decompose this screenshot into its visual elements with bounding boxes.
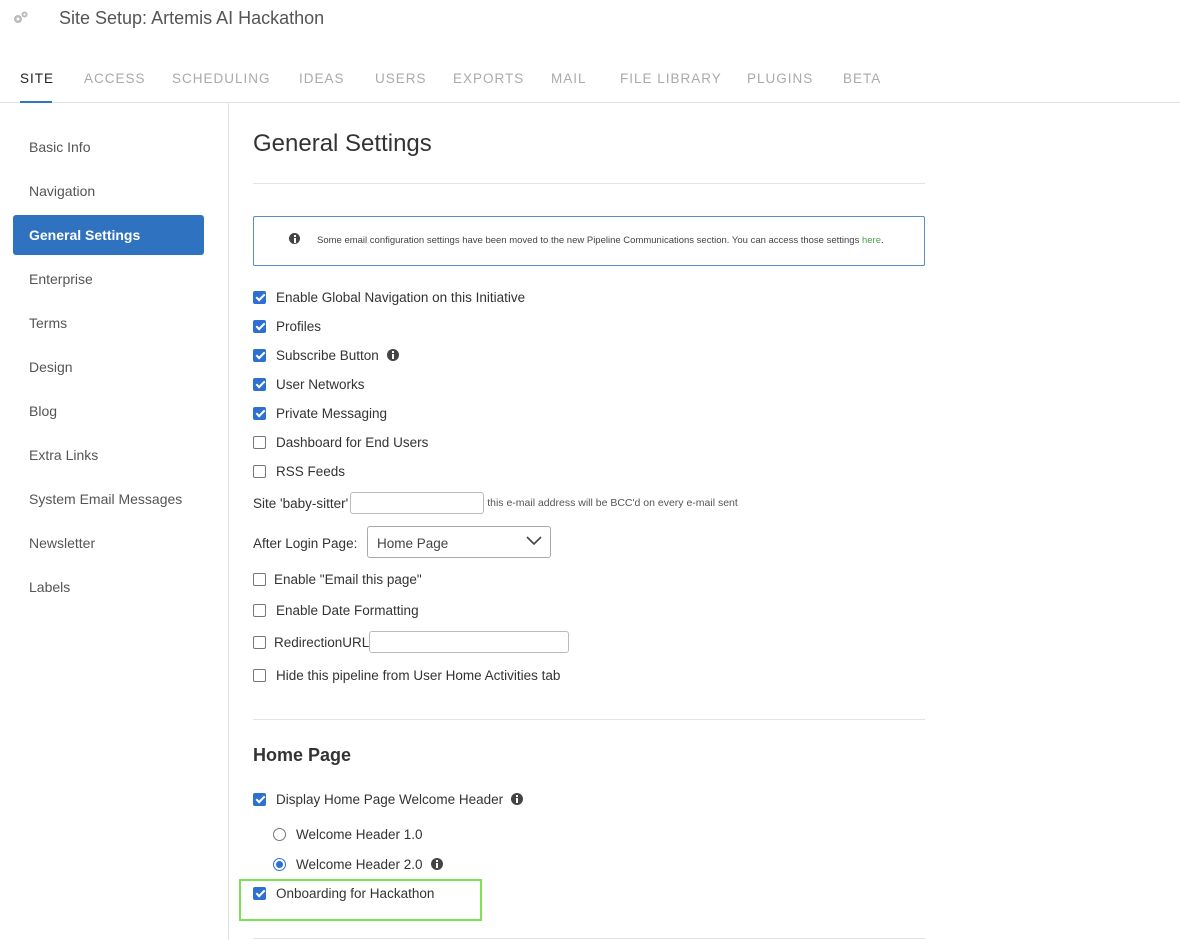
tab-beta[interactable]: BETA: [843, 71, 881, 86]
section-heading: General Settings: [253, 130, 432, 157]
tab-mail[interactable]: MAIL: [551, 71, 587, 86]
profiles-label: Profiles: [276, 318, 322, 334]
chevron-down-icon: [526, 536, 542, 546]
redirection-url-input[interactable]: [369, 631, 570, 653]
email-this-page-checkbox[interactable]: [253, 572, 266, 586]
option-rss-feeds: RSS Feeds: [253, 462, 345, 480]
babysitter-label: Site 'baby-sitter': [253, 495, 349, 511]
divider: [253, 183, 925, 184]
gear-icon: [14, 11, 28, 23]
home-page-heading: Home Page: [253, 745, 352, 765]
user-networks-checkbox[interactable]: [253, 377, 266, 391]
date-formatting-checkbox[interactable]: [253, 603, 266, 617]
sidebar: Basic Info Navigation General Settings E…: [0, 103, 229, 940]
global-navigation-checkbox[interactable]: [253, 290, 266, 304]
subscribe-button-checkbox[interactable]: [253, 348, 266, 362]
option-date-formatting: Enable Date Formatting: [253, 601, 419, 619]
sidebar-item-design[interactable]: Design: [13, 347, 204, 387]
redirection-url-checkbox[interactable]: [253, 635, 266, 649]
email-this-page-label: Enable "Email this page": [274, 571, 422, 587]
option-email-this-page: Enable "Email this page": [253, 570, 422, 588]
sidebar-item-labels[interactable]: Labels: [13, 567, 204, 607]
after-login-select[interactable]: Home Page: [367, 526, 551, 558]
global-navigation-label: Enable Global Navigation on this Initiat…: [276, 289, 526, 305]
tab-ideas[interactable]: IDEAS: [299, 71, 345, 86]
babysitter-hint: this e-mail address will be BCC'd on eve…: [487, 497, 738, 509]
dashboard-checkbox[interactable]: [253, 435, 266, 449]
subscribe-button-label: Subscribe Button: [276, 347, 379, 363]
option-welcome-header: Display Home Page Welcome Header: [253, 790, 524, 808]
private-messaging-label: Private Messaging: [276, 405, 388, 421]
option-hide-pipeline: Hide this pipeline from User Home Activi…: [253, 666, 560, 684]
page-title: Site Setup: Artemis AI Hackathon: [59, 8, 325, 28]
tab-access[interactable]: ACCESS: [84, 71, 146, 86]
profiles-checkbox[interactable]: [253, 319, 266, 333]
tab-scheduling[interactable]: SCHEDULING: [172, 71, 271, 86]
onboarding-label: Onboarding for Hackathon: [276, 885, 435, 901]
sidebar-item-blog[interactable]: Blog: [13, 391, 204, 431]
tab-users[interactable]: USERS: [375, 71, 427, 86]
main-content: General Settings Some email configuratio…: [253, 103, 925, 940]
info-notice: Some email configuration settings have b…: [253, 216, 925, 266]
option-subscribe-button: Subscribe Button: [253, 346, 399, 364]
welcome-header-1-radio[interactable]: [273, 827, 286, 841]
sidebar-item-terms[interactable]: Terms: [13, 303, 204, 343]
option-private-messaging: Private Messaging: [253, 404, 387, 422]
welcome-header-1-label: Welcome Header 1.0: [296, 826, 423, 842]
radio-welcome-header-1: Welcome Header 1.0: [273, 825, 423, 843]
info-icon[interactable]: [430, 858, 443, 870]
sidebar-item-newsletter[interactable]: Newsletter: [13, 523, 204, 563]
dashboard-label: Dashboard for End Users: [276, 434, 429, 450]
private-messaging-checkbox[interactable]: [253, 406, 266, 420]
divider: [253, 938, 925, 939]
sidebar-item-extra-links[interactable]: Extra Links: [13, 435, 204, 475]
welcome-header-2-label: Welcome Header 2.0: [296, 856, 423, 872]
user-networks-label: User Networks: [276, 376, 365, 392]
babysitter-row: Site 'baby-sitter' this e-mail address w…: [253, 491, 738, 515]
date-formatting-label: Enable Date Formatting: [276, 602, 419, 618]
tab-bar: SITE ACCESS SCHEDULING IDEAS USERS EXPOR…: [0, 58, 1180, 103]
option-redirection-url: RedirectionURL: [253, 630, 570, 654]
after-login-selected-value: Home Page: [377, 536, 449, 551]
welcome-header-2-radio[interactable]: [273, 857, 286, 871]
info-icon: [289, 233, 300, 244]
radio-welcome-header-2: Welcome Header 2.0: [273, 855, 443, 873]
onboarding-checkbox[interactable]: [253, 886, 266, 900]
tab-exports[interactable]: EXPORTS: [453, 71, 524, 86]
info-icon[interactable]: [386, 349, 399, 361]
welcome-header-label: Display Home Page Welcome Header: [276, 791, 504, 807]
sidebar-item-system-email-messages[interactable]: System Email Messages: [13, 479, 204, 519]
hide-pipeline-label: Hide this pipeline from User Home Activi…: [276, 667, 561, 683]
hide-pipeline-checkbox[interactable]: [253, 668, 266, 682]
option-profiles: Profiles: [253, 317, 321, 335]
babysitter-email-input[interactable]: [350, 492, 485, 514]
sidebar-item-basic-info[interactable]: Basic Info: [13, 127, 204, 167]
sidebar-item-navigation[interactable]: Navigation: [13, 171, 204, 211]
divider: [253, 719, 925, 720]
notice-link-here[interactable]: here: [862, 235, 881, 246]
rss-feeds-label: RSS Feeds: [276, 463, 346, 479]
notice-text: Some email configuration settings have b…: [317, 235, 884, 246]
after-login-label: After Login Page:: [253, 535, 358, 551]
after-login-row: After Login Page:: [253, 534, 357, 552]
tab-site[interactable]: SITE: [20, 71, 54, 86]
option-dashboard: Dashboard for End Users: [253, 433, 428, 451]
option-global-navigation: Enable Global Navigation on this Initiat…: [253, 288, 525, 306]
welcome-header-checkbox[interactable]: [253, 792, 266, 806]
tab-file-library[interactable]: FILE LIBRARY: [620, 71, 722, 86]
info-icon[interactable]: [511, 793, 524, 805]
sidebar-item-general-settings[interactable]: General Settings: [13, 215, 204, 255]
redirection-url-label: RedirectionURL: [274, 634, 370, 650]
rss-feeds-checkbox[interactable]: [253, 464, 266, 478]
option-user-networks: User Networks: [253, 375, 365, 393]
header: Site Setup: Artemis AI Hackathon: [0, 0, 1180, 40]
tab-plugins[interactable]: PLUGINS: [747, 71, 813, 86]
sidebar-item-enterprise[interactable]: Enterprise: [13, 259, 204, 299]
option-onboarding: Onboarding for Hackathon: [253, 884, 434, 902]
